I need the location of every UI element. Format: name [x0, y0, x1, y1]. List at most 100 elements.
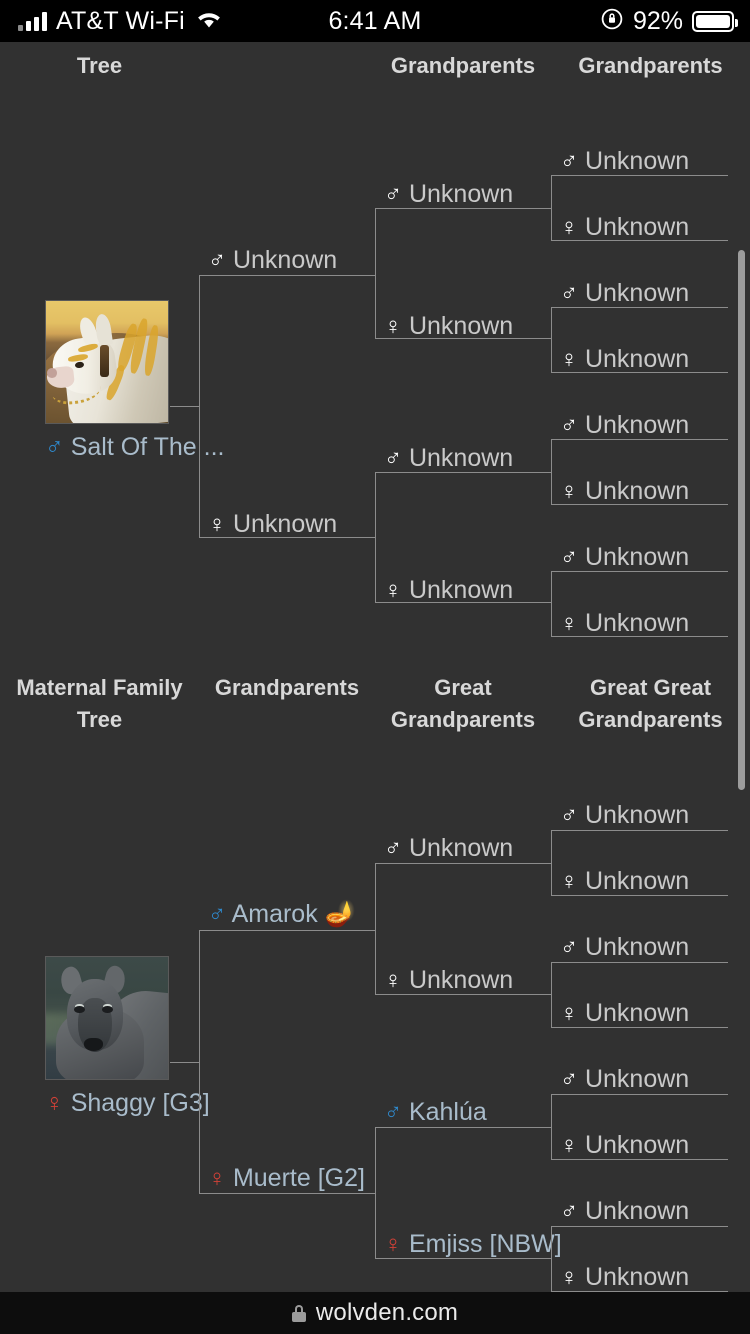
- male-symbol-icon: ♂: [560, 148, 578, 175]
- maternal-great-grandparent-5[interactable]: ♀ Unknown: [560, 1130, 689, 1161]
- vertical-scrollbar[interactable]: [738, 250, 745, 790]
- rotation-lock-icon: [600, 7, 624, 36]
- female-symbol-icon: ♀: [45, 1089, 64, 1117]
- male-symbol-icon: ♂: [384, 1099, 402, 1126]
- maternal-great-grandparent-5-name: Unknown: [584, 1131, 690, 1159]
- female-symbol-icon: ♀: [560, 478, 578, 505]
- maternal-great-grandparent-0-name: Unknown: [584, 801, 690, 829]
- maternal-grandparent-2-name: Kahlúa: [408, 1098, 487, 1126]
- paternal-great-grandparent-5[interactable]: ♀ Unknown: [560, 476, 689, 507]
- maternal-parent-father[interactable]: ♂ Amarok 🪔: [208, 899, 356, 930]
- maternal-grandparent-0[interactable]: ♂ Unknown: [384, 833, 513, 864]
- paternal-grandparent-2-name: Unknown: [408, 444, 514, 472]
- connector-subject: [170, 406, 200, 407]
- maternal-great-grandparent-6[interactable]: ♂ Unknown: [560, 1196, 689, 1227]
- female-symbol-icon: ♀: [560, 868, 578, 895]
- female-symbol-icon: ♀: [208, 511, 226, 538]
- female-symbol-icon: ♀: [560, 610, 578, 637]
- paternal-parents-bracket: [199, 275, 375, 538]
- paternal-great-grandparent-5-name: Unknown: [584, 477, 690, 505]
- maternal-parents-bracket: [199, 930, 375, 1194]
- paternal-great-grandparent-6[interactable]: ♂ Unknown: [560, 542, 689, 573]
- female-symbol-icon: ♀: [560, 346, 578, 373]
- male-symbol-icon: ♂: [384, 445, 402, 472]
- maternal-great-grandparent-7-name: Unknown: [584, 1263, 690, 1291]
- female-symbol-icon: ♀: [384, 577, 402, 604]
- connector-subject-maternal: [170, 1062, 200, 1063]
- battery-icon: [692, 10, 738, 32]
- male-symbol-icon: ♂: [560, 1066, 578, 1093]
- paternal-great-grandparent-4[interactable]: ♂ Unknown: [560, 410, 689, 441]
- paternal-great-grandparent-7[interactable]: ♀ Unknown: [560, 608, 689, 639]
- paternal-great-grandparent-1-name: Unknown: [584, 213, 690, 241]
- maternal-great-grandparent-1[interactable]: ♀ Unknown: [560, 866, 689, 897]
- female-symbol-icon: ♀: [384, 1231, 402, 1258]
- female-symbol-icon: ♀: [384, 967, 402, 994]
- maternal-subject-name[interactable]: ♀ Shaggy [G3]: [45, 1088, 210, 1118]
- maternal-grandparent-1-name: Unknown: [408, 966, 514, 994]
- paternal-grandparent-0[interactable]: ♂ Unknown: [384, 179, 513, 210]
- paternal-subject[interactable]: ♂ Salt Of The ...: [45, 300, 224, 462]
- female-symbol-icon: ♀: [560, 214, 578, 241]
- female-symbol-icon: ♀: [560, 1000, 578, 1027]
- paternal-subject-name[interactable]: ♂ Salt Of The ...: [45, 432, 224, 462]
- paternal-great-grandparent-1[interactable]: ♀ Unknown: [560, 212, 689, 243]
- maternal-family-tree: ♀ Shaggy [G3] ♂ Amarok 🪔 ♀ Muerte [G2] ♂…: [0, 696, 750, 1292]
- maternal-grandparent-3[interactable]: ♀ Emjiss [NBW]: [384, 1229, 562, 1260]
- paternal-great-grandparent-2-name: Unknown: [584, 279, 690, 307]
- maternal-great-grandparent-6-name: Unknown: [584, 1197, 690, 1225]
- male-symbol-icon: ♂: [208, 247, 226, 274]
- female-symbol-icon: ♀: [208, 1165, 226, 1192]
- paternal-parent-father-name: Unknown: [232, 246, 338, 274]
- maternal-subject-portrait[interactable]: [45, 956, 169, 1080]
- maternal-parent-mother-name: Muerte [G2]: [232, 1164, 365, 1192]
- male-symbol-icon: ♂: [45, 433, 64, 461]
- status-bar-right: 92%: [600, 7, 738, 36]
- paternal-subject-portrait[interactable]: [45, 300, 169, 424]
- maternal-subject-name-text: Shaggy [G3]: [70, 1089, 210, 1117]
- paternal-grandparent-2[interactable]: ♂ Unknown: [384, 443, 513, 474]
- maternal-great-grandparent-2[interactable]: ♂ Unknown: [560, 932, 689, 963]
- lock-icon: [291, 1304, 306, 1322]
- safari-address-bar[interactable]: wolvden.com: [0, 1292, 750, 1334]
- paternal-great-grandparent-4-name: Unknown: [584, 411, 690, 439]
- maternal-subject[interactable]: ♀ Shaggy [G3]: [45, 956, 210, 1118]
- maternal-great-grandparent-0[interactable]: ♂ Unknown: [560, 800, 689, 831]
- paternal-great-grandparent-7-name: Unknown: [584, 609, 690, 637]
- paternal-grandparent-1-name: Unknown: [408, 312, 514, 340]
- paternal-parent-father[interactable]: ♂ Unknown: [208, 245, 337, 276]
- maternal-great-grandparent-3[interactable]: ♀ Unknown: [560, 998, 689, 1029]
- male-symbol-icon: ♂: [560, 934, 578, 961]
- maternal-great-grandparent-2-name: Unknown: [584, 933, 690, 961]
- paternal-parent-mother-name: Unknown: [232, 510, 338, 538]
- male-symbol-icon: ♂: [560, 544, 578, 571]
- paternal-great-grandparent-3-name: Unknown: [584, 345, 690, 373]
- paternal-great-grandparent-3[interactable]: ♀ Unknown: [560, 344, 689, 375]
- male-symbol-icon: ♂: [384, 835, 402, 862]
- maternal-grandparent-3-name: Emjiss [NBW]: [408, 1230, 562, 1258]
- ios-status-bar: AT&T Wi-Fi 6:41 AM 92%: [0, 0, 750, 42]
- paternal-great-grandparent-0-name: Unknown: [584, 147, 690, 175]
- paternal-great-grandparent-0[interactable]: ♂ Unknown: [560, 146, 689, 177]
- maternal-great-grandparent-4-name: Unknown: [584, 1065, 690, 1093]
- paternal-family-tree: ♂ Salt Of The ... ♂ Unknown ♀ Unknown ♂ …: [0, 42, 750, 647]
- maternal-great-grandparent-1-name: Unknown: [584, 867, 690, 895]
- paternal-grandparent-3[interactable]: ♀ Unknown: [384, 575, 513, 606]
- paternal-great-grandparent-6-name: Unknown: [584, 543, 690, 571]
- paternal-parent-mother[interactable]: ♀ Unknown: [208, 509, 337, 540]
- maternal-great-grandparent-4[interactable]: ♂ Unknown: [560, 1064, 689, 1095]
- paternal-grandparent-1[interactable]: ♀ Unknown: [384, 311, 513, 342]
- maternal-great-grandparent-3-name: Unknown: [584, 999, 690, 1027]
- male-symbol-icon: ♂: [560, 280, 578, 307]
- maternal-grandparent-1[interactable]: ♀ Unknown: [384, 965, 513, 996]
- paternal-grandparent-0-name: Unknown: [408, 180, 514, 208]
- wolf-art-shaggy: [46, 957, 168, 1079]
- webpage-content[interactable]: Tree Grandparents Grandparents ♂ Salt Of…: [0, 42, 750, 1292]
- wolf-art-salt: [46, 301, 168, 423]
- female-symbol-icon: ♀: [560, 1132, 578, 1159]
- maternal-parent-father-name: Amarok 🪔: [231, 900, 356, 928]
- maternal-parent-mother[interactable]: ♀ Muerte [G2]: [208, 1163, 365, 1194]
- paternal-great-grandparent-2[interactable]: ♂ Unknown: [560, 278, 689, 309]
- maternal-great-grandparent-7[interactable]: ♀ Unknown: [560, 1262, 689, 1292]
- maternal-grandparent-2[interactable]: ♂ Kahlúa: [384, 1097, 487, 1128]
